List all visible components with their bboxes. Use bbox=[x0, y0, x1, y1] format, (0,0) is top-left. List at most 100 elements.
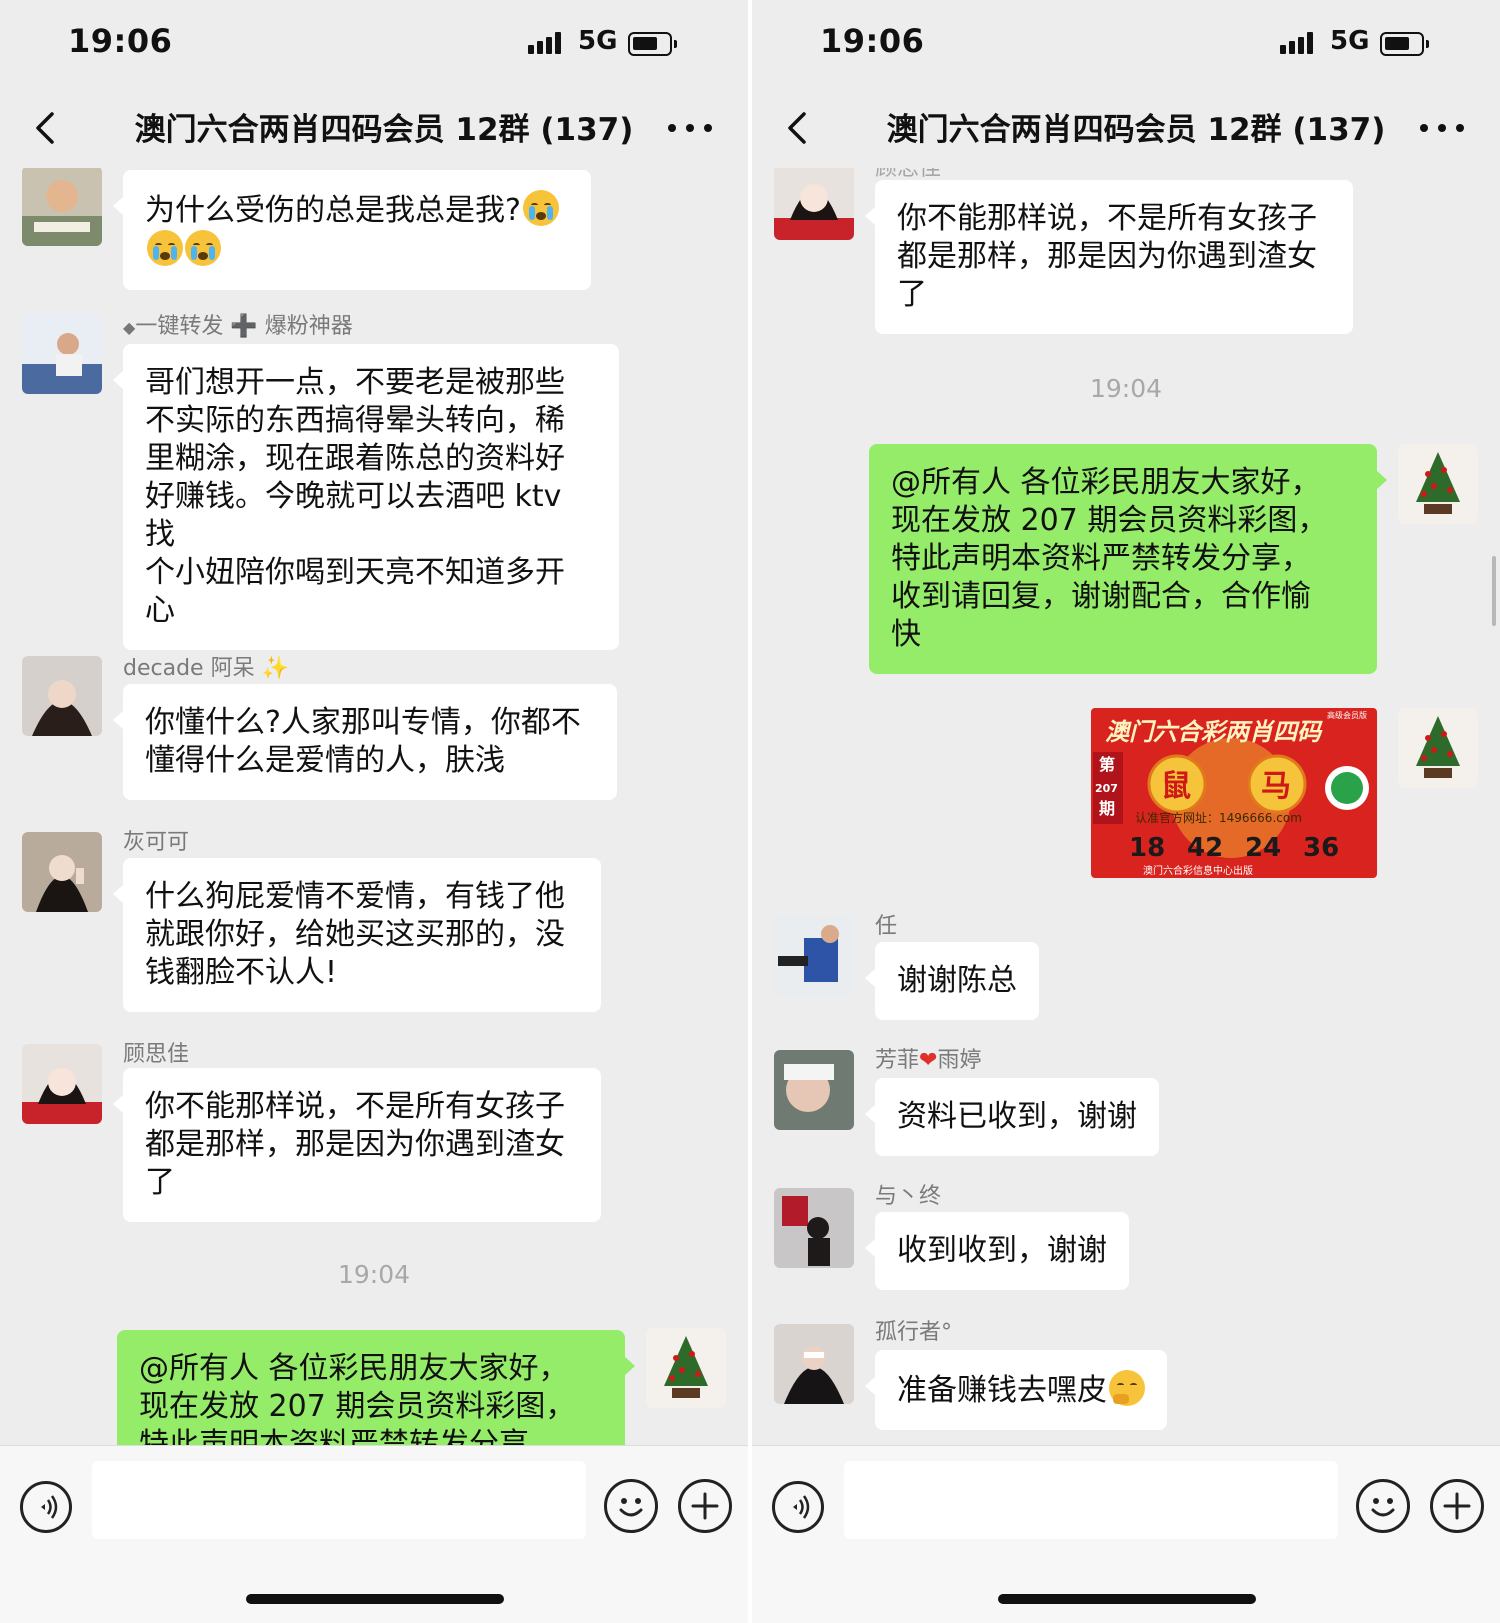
avatar[interactable] bbox=[22, 832, 102, 912]
crying-emoji-icon bbox=[522, 190, 559, 226]
avatar[interactable] bbox=[774, 916, 854, 996]
message-list[interactable]: 顾思佳 你不能那样说，不是所有女孩子 都是那样，那是因为你遇到渣女了 19:04 … bbox=[752, 168, 1500, 1445]
battery-icon bbox=[628, 32, 677, 56]
sender-name: decade 阿呆 ✨ bbox=[123, 656, 289, 681]
message-bubble[interactable]: 什么狗屁爱情不爱情，有钱了他 就跟你好，给她买这买那的，没 钱翻脸不认人! bbox=[113, 858, 601, 1012]
lottery-image: 澳门六合彩两肖四码 高级会员版 第 207 期 鼠 马 认准官方网址：14966… bbox=[1091, 708, 1377, 878]
status-time: 19:06 bbox=[820, 22, 925, 60]
emblem-icon bbox=[1331, 772, 1363, 804]
avatar[interactable] bbox=[774, 168, 854, 240]
signal-icon bbox=[1280, 32, 1320, 54]
image-title: 澳门六合彩两肖四码 bbox=[1105, 719, 1323, 746]
zodiac-2: 马 bbox=[1261, 769, 1291, 804]
sender-name: 灰可可 bbox=[123, 830, 190, 855]
message-bubble[interactable]: 谢谢陈总 bbox=[865, 942, 1039, 1020]
chat-title: 澳门六合两肖四码会员 12群 (137) bbox=[134, 112, 634, 148]
image-corner-label: 高级会员版 bbox=[1327, 710, 1367, 720]
crying-emoji-icon bbox=[147, 230, 183, 266]
home-indicator bbox=[246, 1594, 504, 1604]
message-bubble[interactable]: 你不能那样说，不是所有女孩子 都是那样，那是因为你遇到渣女了 bbox=[865, 180, 1353, 334]
avatar[interactable] bbox=[22, 1044, 102, 1124]
chat-title: 澳门六合两肖四码会员 12群 (137) bbox=[886, 112, 1386, 148]
avatar-self[interactable] bbox=[646, 1328, 726, 1408]
voice-button[interactable] bbox=[20, 1481, 72, 1533]
plus-icon bbox=[691, 1492, 719, 1520]
sender-name: 与丶终 bbox=[875, 1184, 942, 1209]
phone-screen-right: 19:06 5G 澳门六合两肖四码会员 12群 (137) 顾思佳 你不能那样说… bbox=[752, 0, 1500, 1623]
message-bubble[interactable]: 哥们想开一点，不要老是被那些 不实际的东西搞得晕头转向，稀 里糊涂，现在跟着陈总的资… bbox=[113, 344, 619, 650]
smiley-icon bbox=[619, 1498, 643, 1517]
sender-name: 任 bbox=[875, 914, 898, 939]
sender-name: 顾思佳 bbox=[123, 1042, 190, 1067]
timestamp: 19:04 bbox=[1089, 374, 1163, 403]
zodiac-1: 鼠 bbox=[1161, 769, 1191, 804]
image-url: 认准官方网址：1496666.com bbox=[1135, 810, 1302, 825]
smiley-icon bbox=[1371, 1498, 1395, 1517]
more-functions-button[interactable] bbox=[1430, 1479, 1484, 1533]
avatar[interactable] bbox=[22, 314, 102, 394]
number-1: 18 bbox=[1129, 833, 1165, 863]
issue-prefix: 第 bbox=[1099, 755, 1115, 774]
emoji-button[interactable] bbox=[604, 1479, 658, 1533]
avatar[interactable] bbox=[774, 1188, 854, 1268]
message-bubble-self[interactable]: @所有人 各位彩民朋友大家好， 现在发放 207 期会员资料彩图， 特此声明本资料严… bbox=[869, 444, 1387, 674]
sparkle-icon: ✨ bbox=[254, 656, 289, 681]
sender-name: ◆一键转发 ➕ 爆粉神器 bbox=[123, 314, 353, 339]
back-button[interactable] bbox=[776, 106, 820, 150]
back-button[interactable] bbox=[24, 106, 68, 150]
network-label: 5G bbox=[1330, 26, 1370, 56]
avatar[interactable] bbox=[22, 656, 102, 736]
message-bubble[interactable]: 为什么受伤的总是我总是我? bbox=[113, 170, 591, 290]
message-input[interactable] bbox=[844, 1461, 1338, 1539]
phone-screen-left: 19:06 5G 澳门六合两肖四码会员 12群 (137) 为什么受伤的总是我总… bbox=[0, 0, 748, 1623]
avatar-self[interactable] bbox=[1398, 708, 1478, 788]
thinking-emoji-icon bbox=[1109, 1370, 1145, 1406]
diamond-icon: ◆ bbox=[123, 318, 136, 337]
sender-name: 芳菲❤雨婷 bbox=[875, 1048, 982, 1073]
avatar[interactable] bbox=[774, 1050, 854, 1130]
status-time: 19:06 bbox=[68, 22, 173, 60]
avatar[interactable] bbox=[22, 168, 102, 246]
message-bubble[interactable]: 资料已收到，谢谢 bbox=[865, 1078, 1159, 1156]
signal-icon bbox=[528, 32, 568, 54]
message-bubble[interactable]: 收到收到，谢谢 bbox=[865, 1212, 1129, 1290]
emoji-button[interactable] bbox=[1356, 1479, 1410, 1533]
status-bar: 19:06 5G bbox=[0, 0, 748, 88]
avatar-self[interactable] bbox=[1398, 444, 1478, 524]
chat-header: 澳门六合两肖四码会员 12群 (137) bbox=[0, 88, 748, 168]
timestamp: 19:04 bbox=[337, 1260, 411, 1289]
message-input[interactable] bbox=[92, 1461, 586, 1539]
sender-name: 孤行者° bbox=[875, 1320, 953, 1345]
message-list[interactable]: 为什么受伤的总是我总是我? ◆一键转发 ➕ 爆粉神器 哥们想开一点，不要老是被那… bbox=[0, 168, 748, 1445]
more-options-button[interactable] bbox=[662, 110, 718, 146]
voice-icon bbox=[41, 1495, 58, 1519]
chevron-left-icon bbox=[36, 112, 54, 144]
crying-emoji-icon bbox=[185, 230, 221, 266]
battery-icon bbox=[1380, 32, 1429, 56]
issue-suffix: 期 bbox=[1099, 799, 1115, 818]
number-3: 24 bbox=[1245, 833, 1281, 863]
number-4: 36 bbox=[1303, 833, 1339, 863]
more-functions-button[interactable] bbox=[678, 1479, 732, 1533]
input-bar bbox=[752, 1445, 1500, 1623]
home-indicator bbox=[998, 1594, 1256, 1604]
avatar[interactable] bbox=[774, 1324, 854, 1404]
message-bubble[interactable]: 你不能那样说，不是所有女孩子 都是那样，那是因为你遇到渣女了 bbox=[113, 1068, 601, 1222]
image-footer: 澳门六合彩信息中心出版 bbox=[1143, 864, 1253, 877]
status-bar: 19:06 5G bbox=[752, 0, 1500, 88]
scroll-indicator[interactable] bbox=[1492, 556, 1496, 626]
issue-number: 207 bbox=[1095, 782, 1118, 795]
message-bubble[interactable]: 准备赚钱去嘿皮 bbox=[865, 1350, 1167, 1430]
network-label: 5G bbox=[578, 26, 618, 56]
plus-icon bbox=[1443, 1492, 1471, 1520]
voice-icon bbox=[793, 1495, 810, 1519]
message-bubble-self[interactable]: @所有人 各位彩民朋友大家好， 现在发放 207 期会员资料彩图， 特此声明本资料严… bbox=[117, 1330, 635, 1445]
lottery-image-message[interactable]: 澳门六合彩两肖四码 高级会员版 第 207 期 鼠 马 认准官方网址：14966… bbox=[1091, 708, 1377, 878]
chevron-left-icon bbox=[788, 112, 806, 144]
voice-button[interactable] bbox=[772, 1481, 824, 1533]
heart-icon: ❤ bbox=[919, 1048, 938, 1073]
more-options-button[interactable] bbox=[1414, 110, 1470, 146]
chat-header: 澳门六合两肖四码会员 12群 (137) bbox=[752, 88, 1500, 168]
message-bubble[interactable]: 你懂什么?人家那叫专情，你都不 懂得什么是爱情的人，肤浅 bbox=[113, 684, 617, 800]
input-bar bbox=[0, 1445, 748, 1623]
